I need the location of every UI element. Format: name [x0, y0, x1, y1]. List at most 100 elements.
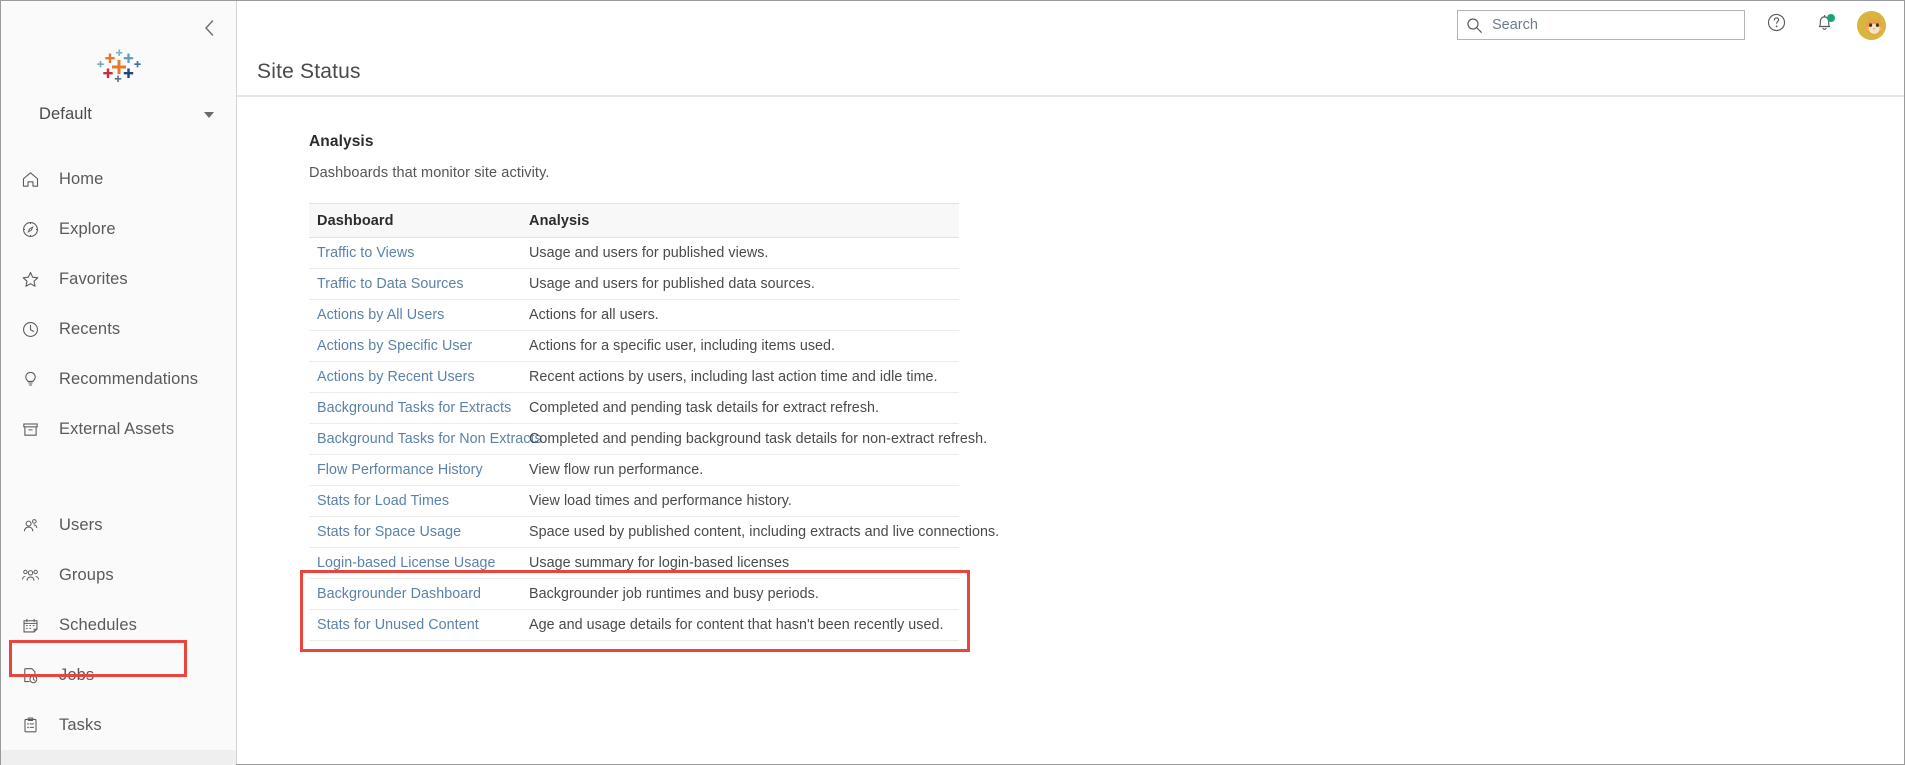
collapse-sidebar-icon[interactable]	[196, 15, 222, 41]
cell-dashboard: Login-based License Usage	[309, 547, 521, 579]
sidebar-item-home[interactable]: Home	[1, 154, 236, 204]
site-selector-label: Default	[39, 105, 92, 123]
cell-analysis: Usage summary for login-based licenses	[521, 547, 959, 579]
dashboard-link[interactable]: Background Tasks for Non Extracts	[317, 431, 542, 447]
notifications-button[interactable]	[1807, 8, 1841, 42]
caret-down-icon	[204, 111, 214, 118]
column-header-analysis[interactable]: Analysis	[521, 203, 959, 238]
table-row: Stats for Space Usage Space used by publi…	[309, 516, 999, 548]
sidebar-item-users[interactable]: Users	[1, 500, 236, 550]
cell-dashboard: Actions by All Users	[309, 299, 521, 331]
dashboard-link[interactable]: Background Tasks for Extracts	[317, 400, 511, 416]
cell-analysis: Completed and pending task details for e…	[521, 392, 959, 424]
dashboard-link[interactable]: Actions by All Users	[317, 307, 444, 323]
table-header-row: Dashboard Analysis	[309, 203, 959, 238]
search-field[interactable]	[1488, 17, 1736, 33]
table-row: Background Tasks for Non Extracts Complet…	[309, 423, 987, 455]
dashboard-link[interactable]: Flow Performance History	[317, 462, 483, 478]
group-icon	[21, 566, 51, 585]
page-title: Site Status	[257, 60, 361, 83]
sidebar-item-tasks[interactable]: Tasks	[1, 700, 236, 750]
sidebar-item-groups[interactable]: Groups	[1, 550, 236, 600]
tableau-logo-icon	[1, 49, 236, 91]
cell-dashboard: Actions by Specific User	[309, 330, 521, 362]
cell-analysis: Completed and pending background task de…	[521, 423, 987, 455]
cell-analysis: Age and usage details for content that h…	[521, 609, 959, 641]
table-head: Dashboard Analysis	[309, 203, 959, 238]
sidebar: Default Home Explore Favorites Recents R…	[1, 1, 237, 765]
dashboard-link[interactable]: Backgrounder Dashboard	[317, 586, 481, 602]
dashboard-link[interactable]: Stats for Space Usage	[317, 524, 461, 540]
dashboard-link[interactable]: Actions by Specific User	[317, 338, 472, 354]
top-bar	[237, 1, 1904, 49]
help-button[interactable]	[1759, 8, 1793, 42]
sidebar-item-favorites[interactable]: Favorites	[1, 254, 236, 304]
site-selector[interactable]: Default	[1, 105, 236, 124]
cell-dashboard: Traffic to Views	[309, 237, 521, 269]
dashboard-link[interactable]: Stats for Load Times	[317, 493, 449, 509]
document-clock-icon	[21, 666, 51, 685]
sidebar-item-label: Home	[59, 169, 104, 188]
dashboards-table-wrap: Dashboard Analysis Traffic to Views Usage…	[309, 203, 999, 641]
compass-icon	[21, 220, 51, 239]
content-area: Analysis Dashboards that monitor site ac…	[237, 97, 1904, 764]
cell-dashboard: Stats for Unused Content	[309, 609, 521, 641]
sidebar-item-label: Jobs	[59, 665, 95, 684]
sidebar-item-label: Explore	[59, 219, 116, 238]
search-input[interactable]	[1457, 10, 1745, 40]
archive-box-icon	[21, 420, 51, 439]
clipboard-list-icon	[21, 716, 51, 735]
sidebar-item-recommendations[interactable]: Recommendations	[1, 354, 236, 404]
cell-dashboard: Flow Performance History	[309, 454, 521, 486]
sidebar-item-label: External Assets	[59, 419, 175, 438]
cell-analysis: Actions for all users.	[521, 299, 959, 331]
sidebar-item-label: Schedules	[59, 615, 137, 634]
table-row: Stats for Unused Content Age and usage de…	[309, 609, 959, 641]
notification-unread-dot	[1827, 14, 1835, 22]
sidebar-nav-admin: Users Groups Schedules Jobs Tasks	[1, 500, 236, 765]
dashboards-table: Dashboard Analysis Traffic to Views Usage…	[309, 203, 999, 641]
dashboard-link[interactable]: Login-based License Usage	[317, 555, 496, 571]
table-row: Actions by All Users Actions for all user…	[309, 299, 959, 331]
cell-dashboard: Stats for Space Usage	[309, 516, 521, 548]
sidebar-item-schedules[interactable]: Schedules	[1, 600, 236, 650]
table-row: Login-based License Usage Usage summary f…	[309, 547, 959, 579]
star-icon	[21, 270, 51, 289]
cell-dashboard: Traffic to Data Sources	[309, 268, 521, 300]
sidebar-item-site-status[interactable]: Site Status	[1, 750, 236, 765]
clock-icon	[21, 320, 51, 339]
avatar[interactable]	[1857, 10, 1886, 40]
table-row: Background Tasks for Extracts Completed a…	[309, 392, 959, 424]
sidebar-item-recents[interactable]: Recents	[1, 304, 236, 354]
dashboard-link[interactable]: Traffic to Views	[317, 245, 414, 261]
cell-analysis: View load times and performance history.	[521, 485, 959, 517]
sidebar-item-label: Tasks	[59, 715, 102, 734]
sidebar-item-jobs[interactable]: Jobs	[1, 650, 236, 700]
sidebar-nav-primary: Home Explore Favorites Recents Recommend…	[1, 154, 236, 454]
cell-analysis: Space used by published content, includi…	[521, 516, 999, 548]
home-icon	[21, 170, 51, 189]
sidebar-item-external-assets[interactable]: External Assets	[1, 404, 236, 454]
dashboard-link[interactable]: Actions by Recent Users	[317, 369, 475, 385]
sidebar-item-explore[interactable]: Explore	[1, 204, 236, 254]
cell-dashboard: Stats for Load Times	[309, 485, 521, 517]
dashboard-link[interactable]: Traffic to Data Sources	[317, 276, 464, 292]
table-row: Traffic to Data Sources Usage and users f…	[309, 268, 959, 300]
table-row: Actions by Recent Users Recent actions by…	[309, 361, 959, 393]
table-row: Backgrounder Dashboard Backgrounder job r…	[309, 578, 959, 610]
dashboard-link[interactable]: Stats for Unused Content	[317, 617, 479, 633]
column-header-dashboard[interactable]: Dashboard	[309, 203, 521, 238]
table-row: Traffic to Views Usage and users for publ…	[309, 237, 959, 269]
table-row: Actions by Specific User Actions for a sp…	[309, 330, 959, 362]
cell-dashboard: Actions by Recent Users	[309, 361, 521, 393]
section-title: Analysis	[309, 133, 374, 150]
users-icon	[21, 516, 51, 535]
table-row: Flow Performance History View flow run pe…	[309, 454, 959, 486]
table-body: Traffic to Views Usage and users for publ…	[309, 237, 999, 641]
table-row: Stats for Load Times View load times and …	[309, 485, 959, 517]
sidebar-item-label: Recommendations	[59, 369, 199, 388]
cell-dashboard: Background Tasks for Non Extracts	[309, 423, 542, 455]
tableau-server-window: Default Home Explore Favorites Recents R…	[0, 0, 1905, 765]
main-area: Site Status Analysis Dashboards that mon…	[237, 1, 1904, 764]
cell-analysis: Usage and users for published views.	[521, 237, 959, 269]
